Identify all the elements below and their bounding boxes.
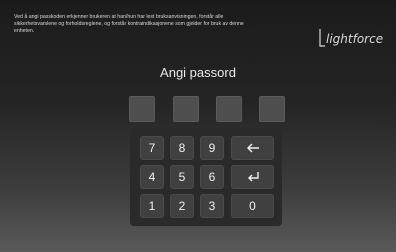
- pin-digit-box-1: [129, 96, 155, 122]
- key-0[interactable]: 0: [231, 194, 274, 218]
- lightforce-logo: lightforce: [317, 26, 395, 50]
- enter-button[interactable]: [231, 165, 274, 189]
- numeric-keypad: 7 8 9 4 5 6 1 2 3 0: [130, 128, 282, 226]
- key-3[interactable]: 3: [200, 194, 224, 218]
- pin-entry-row: [129, 96, 287, 122]
- svg-text:lightforce: lightforce: [326, 32, 383, 46]
- password-prompt: Angi passord: [160, 65, 236, 80]
- key-5[interactable]: 5: [170, 165, 194, 189]
- arrow-left-icon: [232, 142, 273, 154]
- key-1[interactable]: 1: [140, 194, 164, 218]
- disclaimer-text: Ved å angi passkoden erkjenner brukeren …: [14, 14, 244, 34]
- return-arrow-icon: [232, 171, 273, 183]
- pin-digit-box-2: [173, 96, 199, 122]
- backspace-button[interactable]: [231, 136, 274, 160]
- pin-digit-box-3: [216, 96, 242, 122]
- key-8[interactable]: 8: [170, 136, 194, 160]
- key-2[interactable]: 2: [170, 194, 194, 218]
- key-9[interactable]: 9: [200, 136, 224, 160]
- key-4[interactable]: 4: [140, 165, 164, 189]
- key-7[interactable]: 7: [140, 136, 164, 160]
- pin-digit-box-4: [259, 96, 285, 122]
- passcode-screen: Ved å angi passkoden erkjenner brukeren …: [0, 0, 396, 252]
- key-6[interactable]: 6: [200, 165, 224, 189]
